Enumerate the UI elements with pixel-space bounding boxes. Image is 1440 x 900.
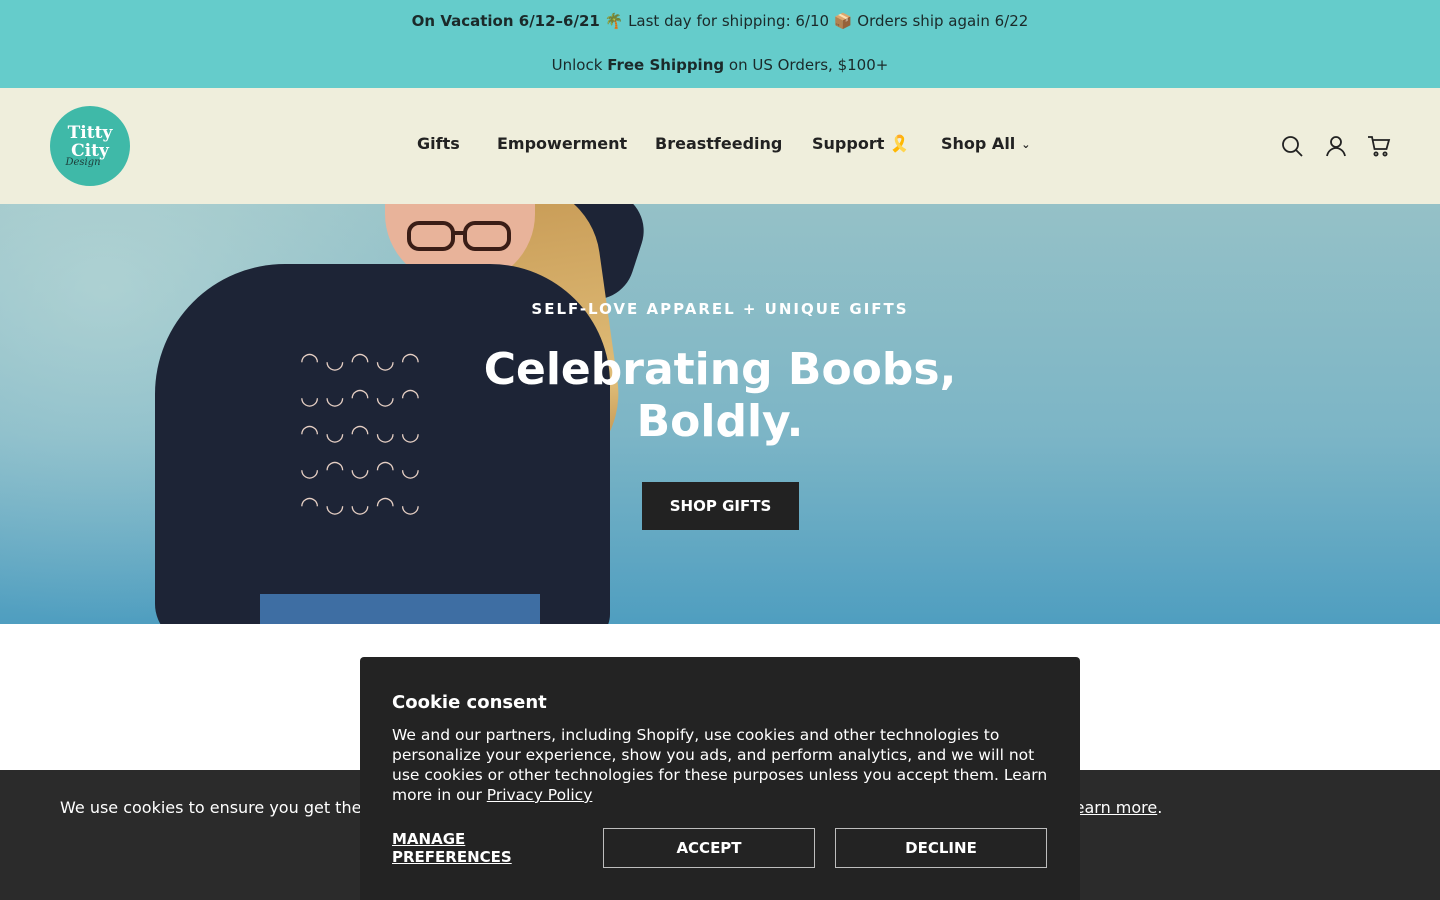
site-header: Titty City Design Gifts Empowerment Brea… bbox=[0, 88, 1440, 204]
cookie-banner-learn: Learn more. bbox=[1066, 798, 1162, 817]
cookie-banner-text: We use cookies to ensure you get the b bbox=[60, 798, 377, 817]
announcement-free-shipping: Unlock Free Shipping on US Orders, $100+ bbox=[0, 56, 1440, 74]
account-icon[interactable] bbox=[1324, 134, 1348, 158]
announcement-free-shipping-bold: Free Shipping bbox=[607, 56, 725, 74]
hero-title: Celebrating Boobs, Boldly. bbox=[483, 344, 957, 447]
cart-icon[interactable] bbox=[1367, 134, 1391, 158]
hero-model-glasses bbox=[407, 221, 511, 251]
announcement-free-shipping-pre: Unlock bbox=[551, 56, 608, 74]
main-nav: Gifts Empowerment Breastfeeding Support … bbox=[0, 134, 1440, 158]
hero-eyebrow: SELF-LOVE APPAREL + UNIQUE GIFTS bbox=[531, 300, 909, 318]
announcement-bar: On Vacation 6/12–6/21 🌴 Last day for shi… bbox=[0, 0, 1440, 88]
privacy-policy-link[interactable]: Privacy Policy bbox=[487, 786, 593, 804]
nav-item-support[interactable]: Support 🎗️ bbox=[812, 134, 910, 153]
announcement-vacation-rest: 🌴 Last day for shipping: 6/10 📦 Orders s… bbox=[599, 12, 1029, 30]
consent-title: Cookie consent bbox=[392, 692, 547, 713]
accept-button[interactable]: ACCEPT bbox=[603, 828, 815, 868]
search-icon[interactable] bbox=[1280, 134, 1304, 158]
logo-script: Design bbox=[65, 157, 101, 168]
nav-item-breastfeeding[interactable]: Breastfeeding bbox=[655, 134, 782, 153]
chevron-down-icon: ⌄ bbox=[1021, 138, 1031, 151]
announcement-vacation-bold: On Vacation 6/12–6/21 bbox=[411, 12, 600, 30]
shop-gifts-button[interactable]: SHOP GIFTS bbox=[642, 482, 799, 530]
nav-item-gifts[interactable]: Gifts bbox=[417, 134, 460, 153]
announcement-vacation: On Vacation 6/12–6/21 🌴 Last day for shi… bbox=[0, 12, 1440, 30]
nav-item-shop-all[interactable]: Shop All ⌄ bbox=[941, 134, 1031, 153]
cookie-consent-dialog: Cookie consent We and our partners, incl… bbox=[360, 657, 1080, 900]
nav-item-empowerment[interactable]: Empowerment bbox=[497, 134, 627, 153]
manage-preferences-button[interactable]: MANAGE PREFERENCES bbox=[392, 828, 582, 868]
announcement-free-shipping-post: on US Orders, $100+ bbox=[724, 56, 889, 74]
hero-banner: ◠◡◠◡◠ ◡◡◠◡◠ ◠◡◠◡◡ ◡◠◡◠◡ ◠◡◡◠◡ SELF-LOVE APPA… bbox=[0, 204, 1440, 624]
hero-model-jeans bbox=[260, 594, 540, 624]
nav-item-shop-all-label: Shop All bbox=[941, 134, 1016, 153]
consent-body: We and our partners, including Shopify, … bbox=[392, 725, 1052, 805]
cookie-banner-period: . bbox=[1157, 798, 1163, 817]
decline-button[interactable]: DECLINE bbox=[835, 828, 1047, 868]
